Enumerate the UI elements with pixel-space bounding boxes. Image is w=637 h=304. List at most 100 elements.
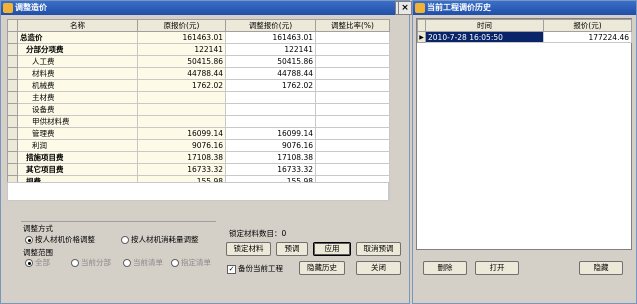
mode-option-quantity[interactable]: 按人材机消耗量调整 [121, 234, 199, 245]
range-option-specified-list[interactable]: 指定清单 [171, 257, 211, 268]
cell-name[interactable]: 利润 [17, 139, 138, 152]
table-row[interactable]: 利润 9076.16 9076.16 [7, 139, 390, 152]
table-row[interactable]: 材料费 44788.44 44788.44 [7, 67, 390, 80]
range-option-current-list[interactable]: 当前清单 [123, 257, 163, 268]
row-header[interactable] [7, 151, 18, 164]
row-header[interactable] [7, 91, 18, 104]
col-header-orig[interactable]: 原报价(元) [137, 19, 226, 32]
cell-orig[interactable] [137, 115, 226, 128]
table-row[interactable]: 人工费 50415.86 50415.86 [7, 55, 390, 68]
radio-button-icon[interactable] [121, 236, 129, 244]
row-header[interactable] [7, 79, 18, 92]
cell-ratio[interactable] [315, 43, 390, 56]
cell-adj[interactable]: 16733.32 [225, 163, 316, 176]
history-close-icon[interactable]: × [398, 1, 412, 15]
radio-button-icon[interactable] [171, 259, 179, 267]
delete-button[interactable]: 删除 [423, 261, 467, 275]
cell-adj[interactable] [225, 115, 316, 128]
mode-option-price[interactable]: 按人材机价格调整 [25, 234, 95, 245]
col-header-ratio[interactable]: 调整比率(%) [315, 19, 390, 32]
history-row[interactable]: ▶ 2010-7-28 16:05:50 177224.46 [417, 31, 632, 43]
table-row[interactable]: 分部分项费 122141 122141 [7, 43, 390, 56]
radio-button-icon[interactable] [123, 259, 131, 267]
cell-ratio[interactable] [315, 55, 390, 68]
cell-orig[interactable]: 50415.86 [137, 55, 226, 68]
cell-ratio[interactable] [315, 127, 390, 140]
cell-orig[interactable] [137, 103, 226, 116]
cell-orig[interactable] [137, 91, 226, 104]
cell-name[interactable]: 机械费 [17, 79, 138, 92]
cell-ratio[interactable] [315, 151, 390, 164]
cell-adj[interactable]: 122141 [225, 43, 316, 56]
cell-adj[interactable]: 50415.86 [225, 55, 316, 68]
row-header[interactable] [7, 139, 18, 152]
cell-ratio[interactable] [315, 163, 390, 176]
cell-orig[interactable]: 122141 [137, 43, 226, 56]
history-col-price[interactable]: 报价(元) [543, 19, 632, 32]
cell-ratio[interactable] [315, 91, 390, 104]
cell-orig[interactable]: 9076.16 [137, 139, 226, 152]
radio-button-icon[interactable] [25, 236, 33, 244]
cell-adj[interactable]: 9076.16 [225, 139, 316, 152]
cell-adj[interactable] [225, 91, 316, 104]
table-row[interactable]: 总造价 161463.01 161463.01 [7, 31, 390, 44]
cell-name[interactable]: 总造价 [17, 31, 138, 44]
cell-name[interactable]: 分部分项费 [17, 43, 138, 56]
row-header[interactable] [7, 163, 18, 176]
radio-button-icon[interactable] [25, 259, 33, 267]
cell-ratio[interactable] [315, 139, 390, 152]
cell-ratio[interactable] [315, 103, 390, 116]
cell-orig[interactable]: 161463.01 [137, 31, 226, 44]
table-row[interactable]: 主材费 [7, 91, 390, 104]
cell-adj[interactable]: 17108.38 [225, 151, 316, 164]
cell-name[interactable]: 人工费 [17, 55, 138, 68]
lock-material-button[interactable]: 锁定材料 [226, 242, 271, 256]
cell-name[interactable]: 措施项目费 [17, 151, 138, 164]
table-row[interactable]: 管理费 16099.14 16099.14 [7, 127, 390, 140]
range-option-current-section[interactable]: 当前分部 [71, 257, 111, 268]
history-time[interactable]: 2010-7-28 16:05:50 [425, 31, 544, 43]
cell-orig[interactable]: 44788.44 [137, 67, 226, 80]
cell-name[interactable]: 管理费 [17, 127, 138, 140]
cell-name[interactable]: 设备费 [17, 103, 138, 116]
range-option-all[interactable]: 全部 [25, 257, 50, 268]
row-header[interactable] [7, 67, 18, 80]
cell-ratio[interactable] [315, 79, 390, 92]
table-row[interactable]: 设备费 [7, 103, 390, 116]
col-header-name[interactable]: 名称 [17, 19, 138, 32]
cell-orig[interactable]: 17108.38 [137, 151, 226, 164]
apply-button[interactable]: 应用 [313, 242, 351, 256]
close-button[interactable]: 关闭 [356, 261, 401, 275]
cell-orig[interactable]: 16099.14 [137, 127, 226, 140]
cell-adj[interactable]: 16099.14 [225, 127, 316, 140]
table-row[interactable]: 其它项目费 16733.32 16733.32 [7, 163, 390, 176]
row-header[interactable] [7, 31, 18, 44]
history-col-time[interactable]: 时间 [425, 19, 544, 32]
row-header[interactable] [7, 55, 18, 68]
backup-checkbox[interactable]: ✓ 备份当前工程 [227, 263, 283, 274]
table-row[interactable]: 措施项目费 17108.38 17108.38 [7, 151, 390, 164]
table-row[interactable]: 甲供材料费 [7, 115, 390, 128]
col-header-adj[interactable]: 调整报价(元) [225, 19, 316, 32]
row-selector-arrow-icon[interactable]: ▶ [417, 31, 426, 43]
history-price[interactable]: 177224.46 [543, 31, 632, 43]
cell-ratio[interactable] [315, 31, 390, 44]
hide-button[interactable]: 隐藏 [579, 261, 623, 275]
open-button[interactable]: 打开 [475, 261, 519, 275]
row-header[interactable] [7, 43, 18, 56]
cell-orig[interactable]: 16733.32 [137, 163, 226, 176]
row-header[interactable] [7, 115, 18, 128]
cell-adj[interactable]: 44788.44 [225, 67, 316, 80]
hide-history-button[interactable]: 隐藏历史 [299, 261, 345, 275]
cell-orig[interactable]: 1762.02 [137, 79, 226, 92]
row-header[interactable] [7, 127, 18, 140]
cell-ratio[interactable] [315, 115, 390, 128]
cell-name[interactable]: 材料费 [17, 67, 138, 80]
cell-adj[interactable]: 161463.01 [225, 31, 316, 44]
cell-name[interactable]: 主材费 [17, 91, 138, 104]
preview-button[interactable]: 预调 [276, 242, 308, 256]
check-icon[interactable]: ✓ [227, 264, 236, 274]
cell-adj[interactable]: 1762.02 [225, 79, 316, 92]
table-row[interactable]: 机械费 1762.02 1762.02 [7, 79, 390, 92]
cell-name[interactable]: 其它项目费 [17, 163, 138, 176]
